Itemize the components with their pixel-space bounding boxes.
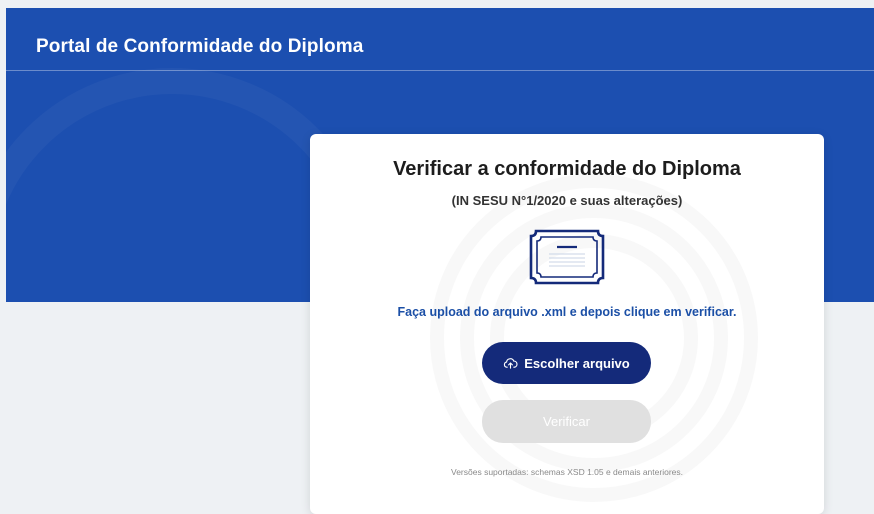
card-title: Verificar a conformidade do Diploma <box>393 158 741 180</box>
diploma-certificate-icon <box>529 229 605 285</box>
choose-file-label: Escolher arquivo <box>524 355 630 371</box>
verify-button-label: Verificar <box>543 414 590 429</box>
supported-versions-note: Versões suportadas: schemas XSD 1.05 e d… <box>451 467 683 477</box>
verification-card: Verificar a conformidade do Diploma (IN … <box>310 134 824 514</box>
cloud-upload-icon <box>504 358 518 369</box>
page-title: Portal de Conformidade do Diploma <box>36 36 364 57</box>
top-bar: Portal de Conformidade do Diploma <box>6 8 874 71</box>
card-subtitle: (IN SESU N°1/2020 e suas alterações) <box>451 193 683 208</box>
verify-button[interactable]: Verificar <box>482 400 651 443</box>
upload-instruction: Faça upload do arquivo .xml e depois cli… <box>397 305 737 319</box>
choose-file-button[interactable]: Escolher arquivo <box>482 342 651 384</box>
